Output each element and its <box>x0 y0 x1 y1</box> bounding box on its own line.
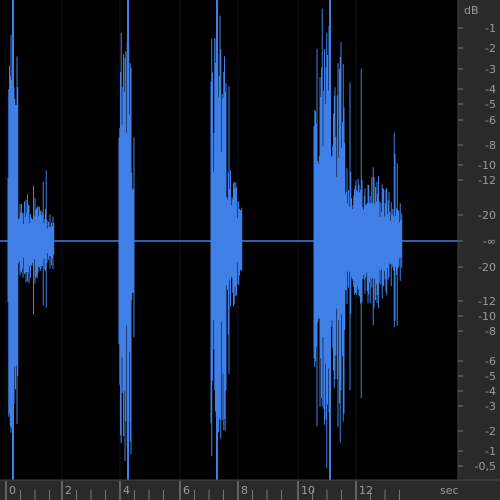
time-tick-label: 2 <box>65 484 72 497</box>
db-center-label: -∞ <box>483 235 496 248</box>
db-label: -3 <box>485 400 496 413</box>
waveform-click <box>313 238 319 244</box>
db-label: -1 <box>485 445 496 458</box>
db-label: -8 <box>485 139 496 152</box>
time-tick-label: 6 <box>183 484 190 497</box>
db-label: -12 <box>478 174 496 187</box>
db-label: -20 <box>478 209 496 222</box>
db-unit-label: dB <box>464 4 479 17</box>
db-label: -12 <box>478 295 496 308</box>
waveform-click <box>121 238 127 244</box>
waveform-canvas[interactable]: dB -1-2-3-4-5-6-8-10-12-20-∞-20-12-10-8-… <box>0 0 500 500</box>
db-label: -5 <box>485 370 496 383</box>
time-tick-label: 0 <box>9 484 16 497</box>
db-label: -0,5 <box>475 460 496 473</box>
time-tick-label: 8 <box>241 484 248 497</box>
audio-waveform <box>0 8 458 468</box>
db-label: -3 <box>485 63 496 76</box>
time-unit-label: sec <box>440 484 459 497</box>
waveform-editor[interactable]: dB -1 -2 -3 -4 -5 -6 -8 -10 -12 -20 -∞ -20 -12 -10 -8-… <box>0 0 500 500</box>
db-label: -10 <box>478 159 496 172</box>
db-label: -6 <box>485 355 496 368</box>
time-tick-label: 4 <box>123 484 130 497</box>
playhead-markers <box>12 0 331 480</box>
time-ruler[interactable] <box>0 480 500 500</box>
db-label: -10 <box>478 310 496 323</box>
db-label: -2 <box>485 42 496 55</box>
db-label: -5 <box>485 98 496 111</box>
time-grid <box>5 0 357 480</box>
db-label: -4 <box>485 385 496 398</box>
db-label: -1 <box>485 22 496 35</box>
db-label: -4 <box>485 83 496 96</box>
db-label: -8 <box>485 325 496 338</box>
db-label: -6 <box>485 114 496 127</box>
db-label: -2 <box>485 425 496 438</box>
waveform-path <box>7 8 403 468</box>
db-label: -20 <box>478 261 496 274</box>
